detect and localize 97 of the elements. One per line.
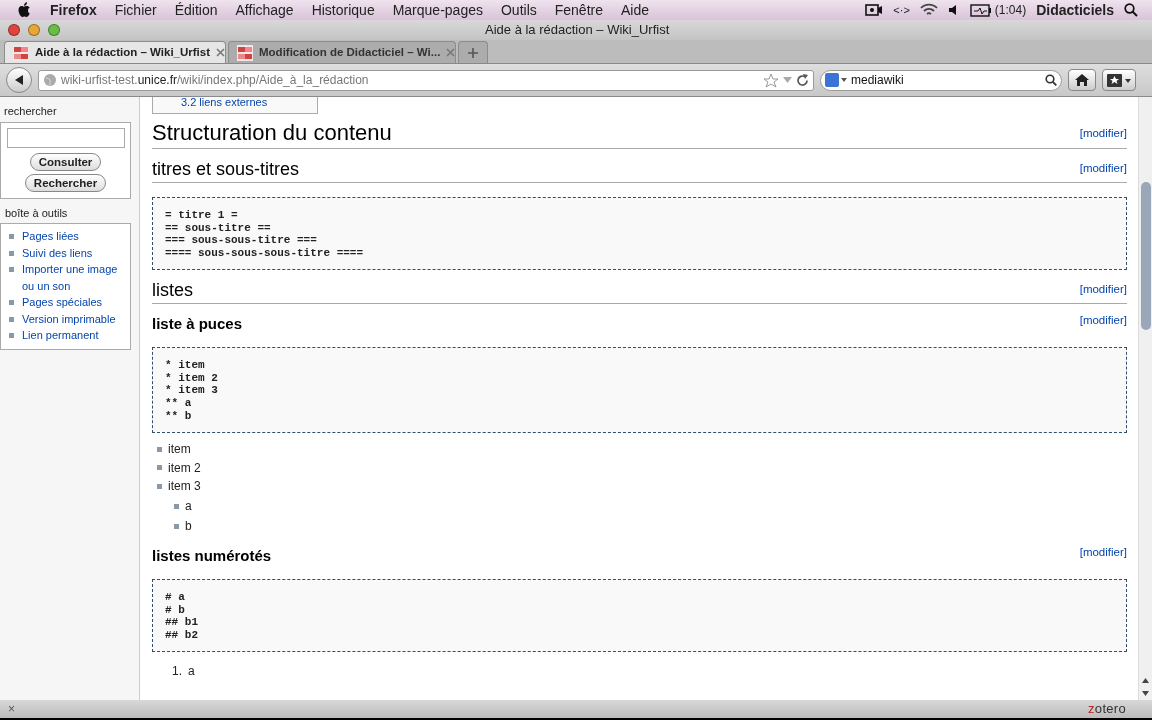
apple-logo-icon[interactable] (18, 2, 32, 18)
back-arrow-icon (14, 74, 24, 86)
portlet-title: boîte à outils (4, 205, 69, 221)
bullet-icon (9, 267, 14, 272)
sidebar-link[interactable]: Lien permanent (22, 327, 99, 344)
close-icon (216, 48, 225, 57)
bookmarks-icon (1107, 73, 1131, 87)
code-line: ** b (165, 409, 193, 423)
menu-item[interactable]: Édition (165, 0, 227, 21)
bullet-icon (9, 316, 14, 322)
list-item: b (185, 518, 192, 536)
code-line: ** a (165, 397, 193, 410)
code-line: ==== sous-sous-sous-titre ==== (165, 246, 365, 260)
app-menu[interactable]: Firefox (41, 0, 106, 21)
bullet-icon (157, 446, 162, 452)
network-status[interactable]: <·> (893, 1, 910, 19)
portlet-title: rechercher (3, 104, 58, 119)
sidebar-link[interactable]: Pages spéciales (22, 294, 103, 311)
list-number: 1. (172, 663, 182, 681)
list-item: item (168, 441, 191, 459)
zotero-button[interactable]: zotero (1088, 699, 1126, 719)
reload-icon[interactable] (796, 73, 809, 87)
menu-item[interactable]: Affichage (226, 0, 303, 21)
video-camera-icon[interactable] (865, 4, 884, 16)
bullet-icon (9, 300, 14, 305)
wifi-icon[interactable] (919, 3, 938, 17)
code-line: = titre 1 = (165, 209, 239, 222)
bookmarks-button[interactable] (1102, 69, 1136, 91)
code-line: * item 3 (165, 384, 219, 397)
section-heading: titres et sous-titres (152, 159, 300, 181)
code-line: # b (165, 603, 185, 617)
site-favicon-icon (13, 44, 29, 61)
battery-icon[interactable] (969, 3, 992, 17)
minimize-button[interactable] (28, 24, 40, 36)
list-item: item 2 (168, 459, 201, 477)
scrollbar-thumb[interactable] (1141, 182, 1151, 330)
home-icon (1075, 74, 1089, 86)
search-icon[interactable] (1124, 3, 1138, 17)
search-field[interactable]: mediawiki (820, 69, 1062, 91)
zoom-button[interactable] (48, 24, 60, 36)
globe-icon (43, 73, 57, 87)
sidebar-link[interactable]: Version imprimable (22, 310, 116, 327)
code-line: * item 2 (165, 371, 219, 385)
back-button[interactable] (6, 67, 32, 93)
edit-link[interactable]: [modifier] (1079, 543, 1127, 561)
edit-link[interactable]: [modifier] (1079, 311, 1127, 330)
plus-icon (467, 46, 479, 59)
bullet-icon (9, 234, 14, 239)
user-menu[interactable]: Didacticiels (1036, 0, 1114, 21)
browser-tab[interactable]: Aide à la rédaction – Wiki_Urfist (4, 41, 226, 63)
section-heading: listes (152, 280, 193, 302)
search-button[interactable]: Rechercher (24, 173, 107, 192)
search-engine-icon[interactable] (825, 73, 847, 87)
window-title: Aide à la rédaction – Wiki_Urfist (485, 21, 670, 40)
list-item: item 3 (168, 478, 201, 496)
section-heading: liste à puces (152, 315, 243, 334)
battery-time: (1:04) (994, 2, 1027, 19)
bullet-icon (157, 483, 162, 489)
bullet-icon (9, 333, 14, 338)
code-line: ## b1 (165, 616, 199, 629)
bullet-icon (174, 523, 179, 529)
home-button[interactable] (1068, 69, 1096, 91)
address-field[interactable]: wiki-urfist-test.unice.fr/wiki/index.php/Aide_à_la_rédaction (38, 69, 814, 91)
bookmark-star-icon[interactable] (763, 72, 779, 88)
search-button[interactable]: Consulter (29, 152, 102, 171)
menu-item[interactable]: Aide (612, 0, 659, 21)
menu-item[interactable]: Marque-pages (383, 0, 492, 21)
menu-item[interactable]: Historique (302, 0, 384, 21)
code-line: == sous-titre == (165, 221, 272, 235)
browser-tab[interactable]: Modification de Didacticiel – Wi... (228, 41, 456, 63)
code-line: ## b2 (165, 628, 199, 642)
edit-link[interactable]: [modifier] (1079, 280, 1127, 298)
close-button[interactable] (8, 24, 20, 36)
code-line: === sous-sous-titre === (165, 234, 318, 247)
section-heading: Structuration du contenu (152, 120, 392, 147)
list-item: a (188, 663, 195, 681)
close-icon (446, 48, 456, 57)
section-heading: listes numérotés (152, 546, 272, 565)
menu-item[interactable]: Outils (491, 0, 546, 21)
bullet-icon (157, 465, 162, 471)
menu-item[interactable]: Fenêtre (545, 0, 612, 21)
bullet-icon (174, 503, 179, 509)
code-line: * item (165, 359, 206, 372)
menu-item[interactable]: Fichier (105, 0, 166, 21)
new-tab-button[interactable] (458, 41, 488, 63)
list-item: a (185, 498, 192, 516)
edit-link[interactable]: [modifier] (1079, 159, 1127, 177)
site-favicon-icon (237, 44, 253, 61)
sidebar-link[interactable]: Importer une image ou un son (22, 261, 126, 294)
status-close-button[interactable]: × (8, 700, 15, 718)
edit-link[interactable]: [modifier] (1079, 125, 1127, 143)
sidebar-link[interactable]: Suivi des liens (22, 244, 93, 261)
bullet-icon (9, 250, 14, 256)
sidebar-link[interactable]: Pages liées (22, 228, 79, 245)
search-input[interactable] (6, 127, 125, 148)
code-line: # a (165, 590, 186, 604)
search-icon[interactable] (1045, 74, 1057, 86)
